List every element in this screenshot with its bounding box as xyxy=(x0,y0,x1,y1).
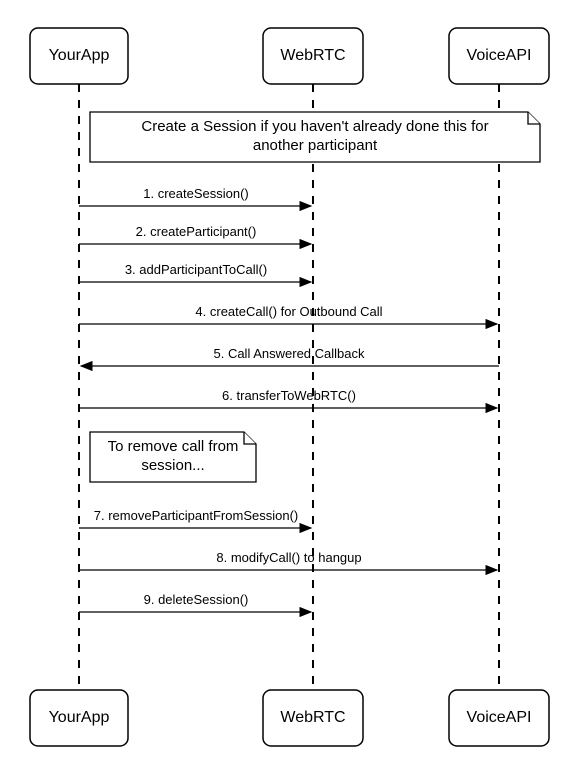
participant-label: VoiceAPI xyxy=(467,709,532,726)
msg-7: 7. removeParticipantFromSession() xyxy=(79,508,311,528)
participant-label: YourApp xyxy=(49,709,110,726)
participant-webrtc-bottom: WebRTC xyxy=(263,690,363,746)
note-remove-call: To remove call from session... xyxy=(90,432,256,482)
note-text-line: Create a Session if you haven't already … xyxy=(141,118,488,135)
svg-text:4. createCall() for Outbound C: 4. createCall() for Outbound Call xyxy=(195,304,382,319)
msg-5: 5. Call Answered Callback xyxy=(81,346,499,366)
participant-voiceapi-bottom: VoiceAPI xyxy=(449,690,549,746)
participant-webrtc-top: WebRTC xyxy=(263,28,363,84)
participant-label: VoiceAPI xyxy=(467,47,532,64)
msg-1: 1. createSession() xyxy=(79,186,311,206)
svg-text:5. Call Answered Callback: 5. Call Answered Callback xyxy=(213,346,365,361)
svg-text:7. removeParticipantFromSessio: 7. removeParticipantFromSession() xyxy=(94,508,298,523)
note-create-session: Create a Session if you haven't already … xyxy=(90,112,540,162)
svg-text:1. createSession(): 1. createSession() xyxy=(143,186,249,201)
participant-yourapp-top: YourApp xyxy=(30,28,128,84)
note-text-line: session... xyxy=(141,457,204,474)
participant-label: WebRTC xyxy=(280,47,345,64)
msg-6: 6. transferToWebRTC() xyxy=(79,388,497,408)
svg-text:6. transferToWebRTC(): 6. transferToWebRTC() xyxy=(222,388,356,403)
svg-text:9. deleteSession(): 9. deleteSession() xyxy=(144,592,249,607)
msg-9: 9. deleteSession() xyxy=(79,592,311,612)
note-text-line: To remove call from xyxy=(108,438,239,455)
participant-label: WebRTC xyxy=(280,709,345,726)
msg-8: 8. modifyCall() to hangup xyxy=(79,550,497,570)
svg-text:2. createParticipant(): 2. createParticipant() xyxy=(136,224,257,239)
participant-voiceapi-top: VoiceAPI xyxy=(449,28,549,84)
participant-yourapp-bottom: YourApp xyxy=(30,690,128,746)
svg-text:8. modifyCall() to hangup: 8. modifyCall() to hangup xyxy=(216,550,361,565)
msg-2: 2. createParticipant() xyxy=(79,224,311,244)
svg-text:3. addParticipantToCall(): 3. addParticipantToCall() xyxy=(125,262,267,277)
note-text-line: another participant xyxy=(253,137,378,154)
msg-3: 3. addParticipantToCall() xyxy=(79,262,311,282)
participant-label: YourApp xyxy=(49,47,110,64)
sequence-diagram: YourApp WebRTC VoiceAPI Create a Session… xyxy=(0,0,584,776)
msg-4: 4. createCall() for Outbound Call xyxy=(79,304,497,324)
